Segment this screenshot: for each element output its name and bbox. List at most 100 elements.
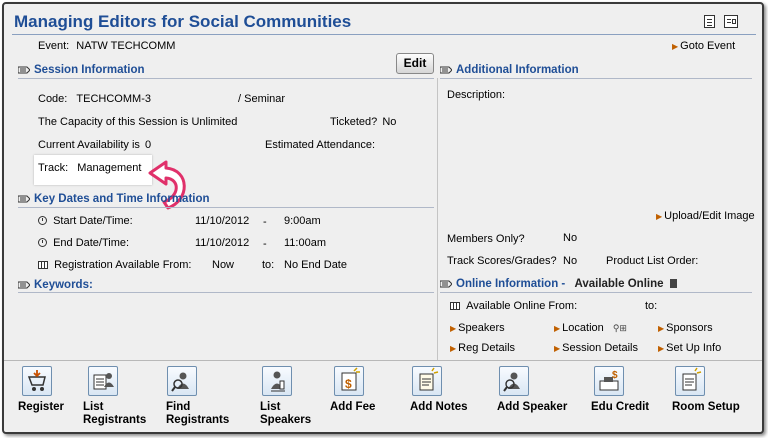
add-speaker-button[interactable]: Add Speaker <box>497 366 567 414</box>
toolbar-divider <box>4 360 762 361</box>
registration-from: Now <box>212 259 235 271</box>
start-time: 9:00am <box>284 215 321 227</box>
additional-divider <box>440 78 752 79</box>
event-value: NATW TECHCOMM <box>76 40 176 52</box>
session-divider <box>18 78 434 79</box>
speaker-icon <box>262 366 292 396</box>
end-label: End Date/Time: <box>53 237 130 249</box>
online-divider <box>440 292 752 293</box>
estimated-attendance-label: Estimated Attendance: <box>265 139 376 151</box>
list-registrants-button[interactable]: List Registrants <box>83 366 153 427</box>
collapse-section-icon[interactable] <box>440 280 452 288</box>
start-date: 11/10/2012 <box>195 215 250 227</box>
upload-image-label: Upload/Edit Image <box>664 210 755 222</box>
keywords-heading[interactable]: Keywords: <box>18 279 93 291</box>
registration-to-label: to: <box>262 259 275 271</box>
list-registrants-label: List Registrants <box>83 401 147 426</box>
list-speakers-button[interactable]: List Speakers <box>260 366 320 427</box>
goto-event-link[interactable]: ▶ Goto Event <box>672 40 735 52</box>
clock-icon <box>38 216 47 225</box>
reg-details-link[interactable]: ▶ Reg Details <box>450 342 515 354</box>
arrow-right-icon: ▶ <box>658 344 665 353</box>
goto-event-label: Goto Event <box>680 40 736 52</box>
collapse-section-icon[interactable] <box>440 66 452 74</box>
members-only-value: No <box>563 232 578 244</box>
edu-credit-icon: $ <box>594 366 624 396</box>
track-row: Track: Management <box>38 162 141 174</box>
online-from-label: Available Online From: <box>466 300 578 312</box>
svg-text:$: $ <box>345 377 352 391</box>
print-preview-icon[interactable] <box>724 15 738 28</box>
end-date: 11/10/2012 <box>195 237 250 249</box>
calendar-icon <box>450 302 460 310</box>
collapse-section-icon[interactable] <box>18 281 30 289</box>
start-dash: - <box>263 216 267 228</box>
online-information-heading[interactable]: Online Information - Available Online <box>440 278 677 290</box>
set-up-info-link[interactable]: ▶ Set Up Info <box>658 342 721 354</box>
end-time: 11:00am <box>284 237 326 249</box>
location-link[interactable]: ▶ Location ⚲⊞ <box>554 322 627 334</box>
additional-information-heading[interactable]: Additional Information <box>440 64 579 76</box>
add-notes-button[interactable]: Add Notes <box>410 366 468 414</box>
online-status-icon[interactable] <box>669 279 677 288</box>
document-icon[interactable] <box>704 15 715 28</box>
availability-value: 0 <box>144 139 152 151</box>
sponsors-link[interactable]: ▶ Sponsors <box>658 322 713 334</box>
session-detail-window: Managing Editors for Social Communities … <box>2 2 764 434</box>
start-row: Start Date/Time: <box>38 215 133 227</box>
session-information-heading[interactable]: Session Information <box>18 64 145 76</box>
arrow-right-icon: ▶ <box>672 42 679 51</box>
session-details-link-label: Session Details <box>562 342 638 354</box>
capacity-text: The Capacity of this Session is Unlimite… <box>38 116 238 128</box>
column-divider <box>437 78 438 360</box>
online-status: Available Online <box>574 278 664 290</box>
edu-credit-button[interactable]: $ Edu Credit <box>591 366 649 414</box>
upload-image-link[interactable]: ▶ Upload/Edit Image <box>656 210 755 222</box>
key-dates-heading-label: Key Dates and Time Information <box>34 193 210 205</box>
track-scores-value: No <box>563 255 578 267</box>
add-speaker-icon <box>499 366 529 396</box>
arrow-right-icon: ▶ <box>554 324 561 333</box>
add-notes-icon <box>412 366 442 396</box>
additional-heading-label: Additional Information <box>456 64 579 76</box>
edit-button[interactable]: Edit <box>396 53 434 74</box>
key-dates-heading[interactable]: Key Dates and Time Information <box>18 193 210 205</box>
collapse-section-icon[interactable] <box>18 66 30 74</box>
keywords-heading-label: Keywords: <box>34 279 93 291</box>
reg-details-link-label: Reg Details <box>458 342 516 354</box>
svg-text:$: $ <box>612 370 618 381</box>
online-from-row: Available Online From: <box>450 300 577 312</box>
start-label: Start Date/Time: <box>53 215 133 227</box>
arrow-right-icon: ▶ <box>656 212 663 221</box>
sponsors-link-label: Sponsors <box>666 322 713 334</box>
registration-row: Registration Available From: <box>38 259 191 271</box>
clock-icon <box>38 238 47 247</box>
register-button[interactable]: Register <box>18 366 64 414</box>
add-fee-icon: $ <box>334 366 364 396</box>
room-setup-icon <box>675 366 705 396</box>
speakers-link[interactable]: ▶ Speakers <box>450 322 505 334</box>
add-fee-button[interactable]: $ Add Fee <box>330 366 375 414</box>
availability-label: Current Availability is <box>38 139 140 151</box>
collapse-section-icon[interactable] <box>18 195 30 203</box>
room-setup-button[interactable]: Room Setup <box>672 366 740 414</box>
product-list-order-label: Product List Order: <box>606 255 699 267</box>
track-value: Management <box>77 162 142 174</box>
edu-credit-label: Edu Credit <box>591 401 650 413</box>
add-fee-label: Add Fee <box>330 401 376 413</box>
ticketed-value: No <box>382 116 397 128</box>
room-setup-label: Room Setup <box>672 401 740 413</box>
register-label: Register <box>18 401 65 413</box>
track-label: Track: <box>38 162 69 174</box>
code-label: Code: <box>38 93 68 105</box>
end-row: End Date/Time: <box>38 237 129 249</box>
ticketed-row: Ticketed? No <box>330 116 396 128</box>
dates-divider <box>18 207 434 208</box>
speakers-link-label: Speakers <box>458 322 505 334</box>
arrow-right-icon: ▶ <box>554 344 561 353</box>
code-row: Code: TECHCOMM-3 <box>38 93 151 105</box>
registration-to: No End Date <box>284 259 347 271</box>
keywords-divider <box>18 292 434 293</box>
find-registrants-button[interactable]: Find Registrants <box>166 366 236 427</box>
session-details-link[interactable]: ▶ Session Details <box>554 342 638 354</box>
